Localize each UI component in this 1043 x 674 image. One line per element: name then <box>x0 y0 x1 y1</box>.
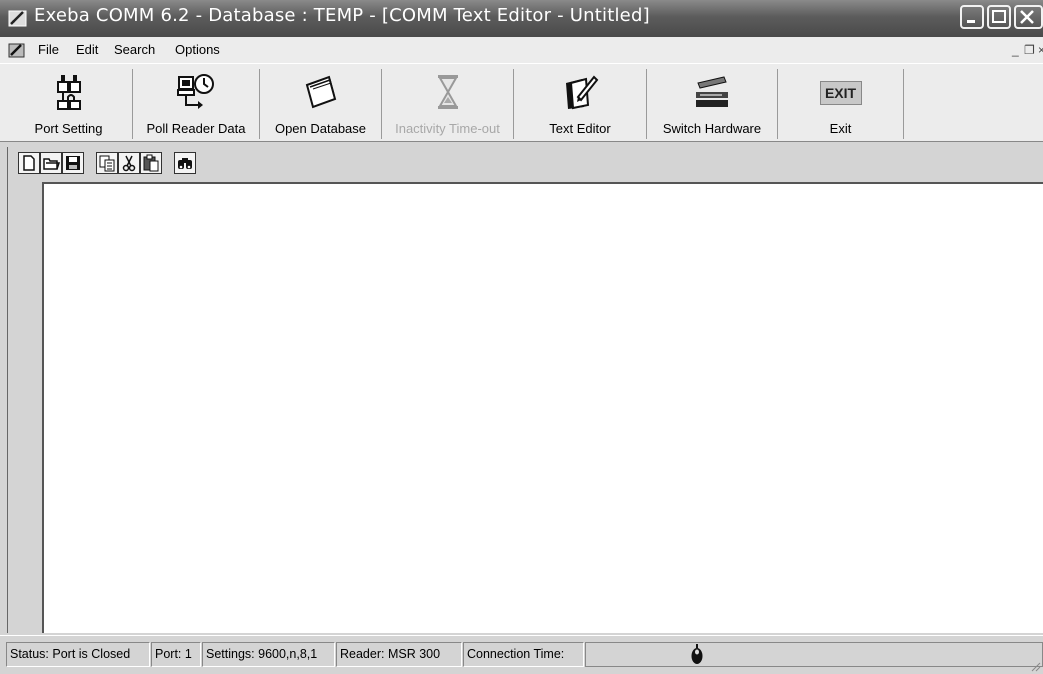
poll-reader-icon <box>177 74 214 109</box>
paste-button[interactable] <box>140 152 162 174</box>
exit-icon: EXIT <box>819 81 862 105</box>
cut-button[interactable] <box>118 152 140 174</box>
menu-bar: File Edit Search Options _ ❐ × <box>0 37 1043 63</box>
child-minimize-icon[interactable]: _ <box>1012 43 1019 57</box>
editor-toolbar <box>8 147 1043 181</box>
poll-reader-data-label: Poll Reader Data <box>146 121 246 136</box>
open-database-icon <box>305 75 336 109</box>
menu-edit[interactable]: Edit <box>76 42 98 57</box>
switch-hardware-label: Switch Hardware <box>662 121 762 136</box>
status-reader: Reader: MSR 300 <box>336 642 462 667</box>
paste-icon <box>143 154 159 172</box>
main-toolbar: Port Setting Poll Reader Data Open Datab… <box>0 63 1043 142</box>
open-database-button[interactable]: Open Database <box>260 69 382 139</box>
port-setting-button[interactable]: Port Setting <box>5 69 133 139</box>
find-icon <box>178 158 192 169</box>
switch-hardware-button[interactable]: Switch Hardware <box>647 69 778 139</box>
hourglass-icon <box>437 75 458 109</box>
child-window-icon[interactable] <box>8 42 26 58</box>
save-button[interactable] <box>62 152 84 174</box>
child-close-icon[interactable]: × <box>1038 43 1043 57</box>
minimize-button[interactable] <box>960 5 984 29</box>
cut-icon <box>122 155 136 172</box>
status-bar: Status: Port is Closed Port: 1 Settings:… <box>0 635 1043 674</box>
open-database-label: Open Database <box>274 121 367 136</box>
menu-file[interactable]: File <box>38 42 59 57</box>
status-settings: Settings: 9600,n,8,1 <box>202 642 335 667</box>
exit-label: Exit <box>829 121 852 136</box>
close-icon <box>1020 10 1034 24</box>
connection-indicator-icon <box>691 644 703 664</box>
save-icon <box>66 156 80 170</box>
copy-icon <box>99 155 115 172</box>
title-bar[interactable]: Exeba COMM 6.2 - Database : TEMP - [COMM… <box>0 0 1043 37</box>
editor-text-area[interactable] <box>42 182 1043 633</box>
port-setting-label: Port Setting <box>34 121 103 136</box>
connection-indicator-panel <box>585 642 1043 667</box>
inactivity-timeout-button[interactable]: Inactivity Time-out <box>382 69 514 139</box>
text-editor-icon <box>566 75 599 110</box>
card-reader-icon <box>696 76 728 107</box>
open-folder-icon <box>43 158 60 170</box>
window-title: Exeba COMM 6.2 - Database : TEMP - [COMM… <box>34 5 650 26</box>
menu-options[interactable]: Options <box>175 42 220 57</box>
copy-button[interactable] <box>96 152 118 174</box>
find-button[interactable] <box>174 152 196 174</box>
status-connection-time: Connection Time: <box>463 642 584 667</box>
close-button[interactable] <box>1014 5 1043 29</box>
new-file-button[interactable] <box>18 152 40 174</box>
menu-search[interactable]: Search <box>114 42 155 57</box>
app-pen-icon <box>8 10 27 27</box>
poll-reader-data-button[interactable]: Poll Reader Data <box>133 69 260 139</box>
text-editor-label: Text Editor <box>549 121 611 136</box>
child-restore-icon[interactable]: ❐ <box>1024 43 1035 57</box>
inactivity-timeout-label: Inactivity Time-out <box>395 121 500 136</box>
new-file-icon <box>23 155 35 171</box>
maximize-icon <box>992 10 1006 23</box>
text-editor-button[interactable]: Text Editor <box>514 69 647 139</box>
status-port: Port: 1 <box>151 642 201 667</box>
text-editor-window <box>7 147 1043 633</box>
port-setting-icon <box>56 75 81 110</box>
status-port-state: Status: Port is Closed <box>6 642 150 667</box>
minimize-icon <box>967 20 975 23</box>
resize-grip-icon[interactable] <box>1029 660 1041 672</box>
open-file-button[interactable] <box>40 152 62 174</box>
exit-button[interactable]: EXIT Exit <box>778 69 904 139</box>
maximize-button[interactable] <box>987 5 1011 29</box>
